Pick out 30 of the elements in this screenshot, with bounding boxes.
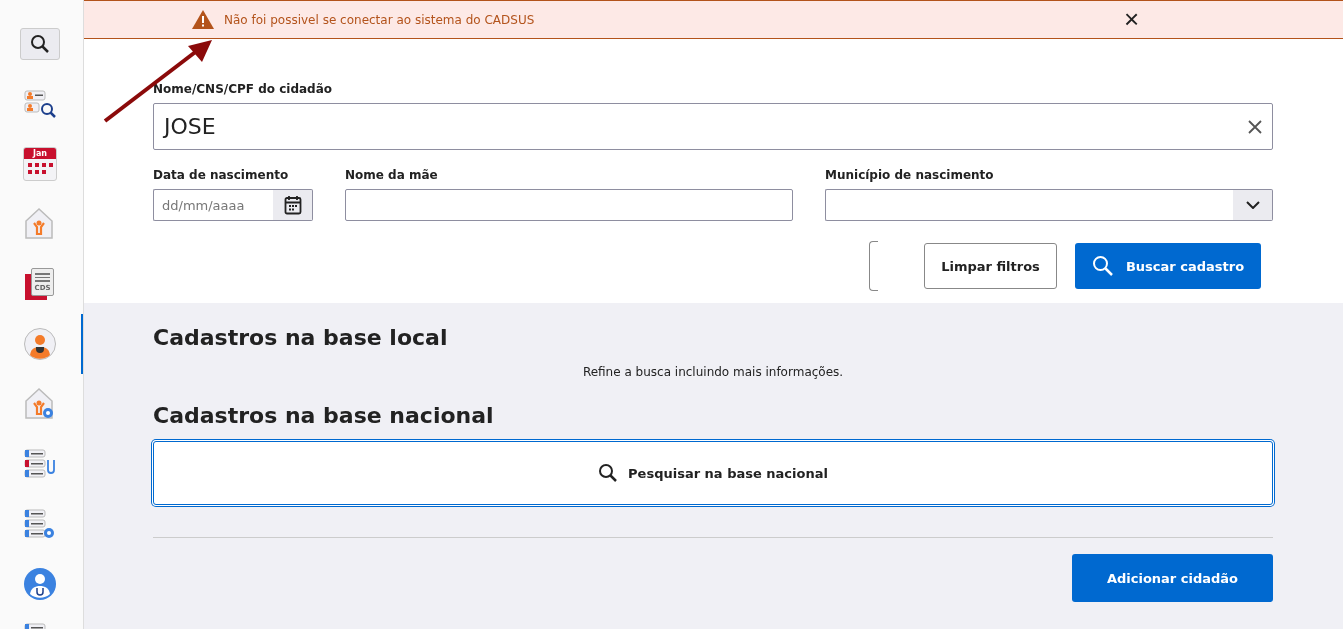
clear-icon[interactable] [1248, 119, 1262, 134]
list-stethoscope-icon [24, 448, 56, 480]
field-label: Município de nascimento [825, 168, 995, 182]
close-button[interactable]: × [1120, 7, 1144, 31]
calendar-icon: Jan [23, 147, 57, 181]
list-gear-icon [24, 508, 56, 540]
search-icon [598, 463, 619, 483]
field-label: Data de nascimento [153, 168, 290, 182]
doctor-icon [23, 567, 57, 601]
button-edge [869, 241, 878, 291]
mother-name-field[interactable] [345, 189, 793, 221]
house-gear-icon [24, 388, 56, 420]
add-citizen-button[interactable]: Adicionar cidadão [1072, 554, 1273, 602]
nav-item[interactable]: Jan [0, 134, 83, 194]
search-icon [1091, 255, 1114, 277]
national-search-button[interactable]: Pesquisar na base nacional [153, 441, 1273, 505]
alert-message: Não foi possivel se conectar ao sistema do CADSUS [224, 12, 535, 27]
house-person-icon [24, 208, 56, 240]
search-icon [20, 28, 60, 60]
clear-filters-button[interactable]: Limpar filtros [924, 243, 1057, 289]
person-icon [23, 327, 57, 361]
search-button[interactable]: Buscar cadastro [1075, 243, 1261, 289]
field-label: Nome/CNS/CPF do cidadão [153, 82, 334, 96]
people-search-icon [24, 89, 56, 119]
section-title: Cadastros na base local [153, 325, 449, 352]
info-message: Refine a busca incluindo mais informações. [581, 365, 845, 379]
name-search-field[interactable]: JOSE [153, 103, 1273, 150]
warning-icon [192, 10, 214, 29]
section-title: Cadastros na base nacional [153, 403, 495, 430]
field-label: Nome da mãe [345, 168, 439, 182]
